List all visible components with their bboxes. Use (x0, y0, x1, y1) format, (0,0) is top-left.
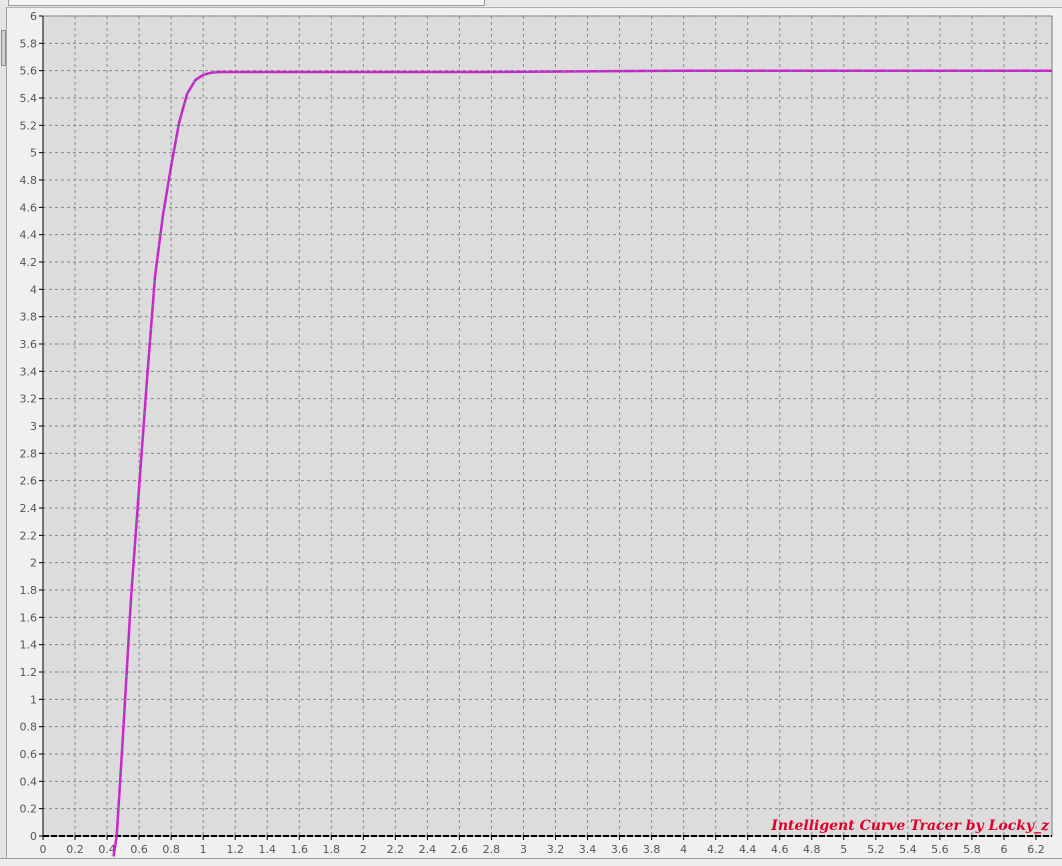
x-tick-label: 0 (40, 843, 47, 856)
x-tick-label: 2.8 (483, 843, 501, 856)
plot-window: 0 0.2 0.4 0.6 0.8 1 1.2 1.4 1.6 1.8 2 2.2 2.4 2.6 2.8 3… (0, 0, 1062, 866)
y-tick-label: 1.4 (20, 639, 38, 652)
x-tick-label: 4.6 (771, 843, 789, 856)
y-tick-label: 3.4 (20, 365, 38, 378)
y-tick-label: 3 (30, 420, 37, 433)
watermark-text: Intelligent Curve Tracer by Locky_z (770, 818, 1050, 834)
x-tick-label: 0.6 (130, 843, 148, 856)
y-tick-label: 1.2 (20, 666, 38, 679)
x-tick-label: 1 (200, 843, 207, 856)
y-tick-label: 3.2 (20, 393, 38, 406)
x-tick-label: 5.4 (899, 843, 917, 856)
x-tick-label: 0.8 (162, 843, 180, 856)
y-tick-label: 1.6 (20, 611, 38, 624)
x-tick-label: 3.8 (643, 843, 661, 856)
x-tick-label: 1.6 (291, 843, 309, 856)
x-tick-label: 5.2 (867, 843, 885, 856)
x-tick-label: 0.2 (66, 843, 84, 856)
y-tick-label: 5 (30, 147, 37, 160)
y-tick-label: 0.2 (20, 803, 38, 816)
y-tick-label: 0.4 (20, 775, 38, 788)
y-tick-label: 4.2 (20, 256, 38, 269)
y-tick-label: 0.8 (20, 721, 38, 734)
x-tick-label: 2.4 (419, 843, 437, 856)
y-tick-label: 2.6 (20, 475, 38, 488)
x-tick-label: 5.6 (931, 843, 949, 856)
x-tick-label: 4.4 (739, 843, 757, 856)
x-tick-label: 6 (1000, 843, 1007, 856)
x-tick-label: 3 (520, 843, 527, 856)
x-tick-label: 1.2 (226, 843, 244, 856)
y-tick-label: 1 (30, 693, 37, 706)
x-tick-label: 2 (360, 843, 367, 856)
x-tick-label: 2.2 (387, 843, 405, 856)
y-tick-label: 3.6 (20, 338, 38, 351)
curve-chart: 0 0.2 0.4 0.6 0.8 1 1.2 1.4 1.6 1.8 2 2.2 2.4 2.6 2.8 3… (20, 10, 1053, 857)
y-tick-label: 0.6 (20, 748, 38, 761)
y-tick-label: 2.4 (20, 502, 38, 515)
x-tick-label: 5.8 (963, 843, 981, 856)
x-tick-label: 6.2 (1027, 843, 1045, 856)
y-tick-label: 2.8 (20, 447, 38, 460)
y-tick-label: 4.6 (20, 201, 38, 214)
y-tick-label: 5.8 (20, 37, 38, 50)
y-tick-label: 4.8 (20, 174, 38, 187)
x-tick-label: 1.4 (258, 843, 276, 856)
y-tick-label: 3.8 (20, 311, 38, 324)
x-tick-label: 5 (840, 843, 847, 856)
y-tick-label: 0 (30, 830, 37, 843)
x-tick-label: 1.8 (323, 843, 341, 856)
y-tick-label: 1.8 (20, 584, 38, 597)
y-tick-label: 4.4 (20, 229, 38, 242)
y-tick-label: 2 (30, 557, 37, 570)
y-axis-tick-labels: 0 0.2 0.4 0.6 0.8 1 1.2 1.4 1.6 1.8 2 2.2 2.4 2.6 2.8 3… (20, 10, 38, 843)
y-tick-label: 6 (30, 10, 37, 23)
x-tick-label: 3.2 (547, 843, 565, 856)
x-axis-tick-labels: 0 0.2 0.4 0.6 0.8 1 1.2 1.4 1.6 1.8 2 2.2 2.4 2.6 2.8 3… (40, 843, 1045, 856)
y-tick-label: 4 (30, 283, 37, 296)
x-tick-label: 2.6 (451, 843, 469, 856)
x-tick-label: 3.4 (579, 843, 597, 856)
y-tick-label: 2.2 (20, 529, 38, 542)
x-tick-label: 4 (680, 843, 687, 856)
y-tick-label: 5.6 (20, 65, 38, 78)
y-tick-label: 5.4 (20, 92, 38, 105)
x-tick-label: 4.2 (707, 843, 725, 856)
x-tick-label: 3.6 (611, 843, 629, 856)
x-tick-label: 4.8 (803, 843, 821, 856)
y-tick-label: 5.2 (20, 119, 38, 132)
